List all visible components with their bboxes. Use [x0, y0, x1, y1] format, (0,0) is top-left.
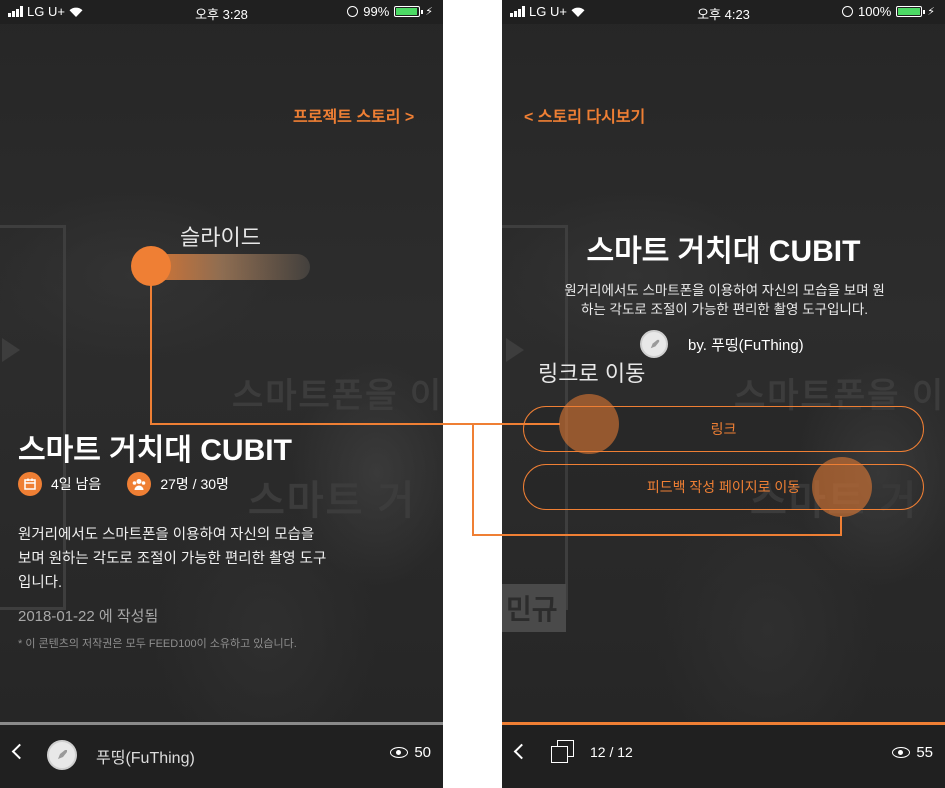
connector-line	[472, 534, 842, 536]
project-title: 스마트 거치대 CUBIT	[586, 235, 861, 268]
background-text: 스마트폰을 이	[232, 377, 443, 415]
progress-track	[0, 722, 443, 725]
progress-fill	[0, 722, 443, 725]
project-story-link[interactable]: 프로젝트 스토리 >	[293, 103, 414, 127]
rotation-lock-icon	[842, 6, 854, 17]
author-avatar[interactable]	[47, 740, 77, 770]
project-description: 원거리에서도 스마트폰을 이용하여 자신의 모습을 보며 원하는 각도로 조절이…	[564, 283, 885, 317]
swipe-trail	[150, 254, 310, 280]
status-bar: LG U+ 오후 3:28 99% ⚡	[0, 0, 443, 24]
view-count-value: 55	[916, 744, 933, 761]
back-chevron-icon[interactable]	[513, 743, 530, 760]
days-left: 4일 남음	[51, 476, 102, 492]
rocket-icon	[650, 339, 659, 348]
author-row: by. 푸띵(FuThing)	[640, 330, 804, 358]
connector-line	[840, 516, 842, 536]
project-meta: 4일 남음 27명 / 30명	[18, 472, 255, 496]
pages-icon[interactable]	[551, 740, 575, 764]
bottom-bar: 12 / 12 55	[502, 722, 945, 788]
author-name[interactable]: 푸띵(FuThing)	[96, 744, 195, 768]
replay-story-link[interactable]: < 스토리 다시보기	[524, 103, 645, 127]
bottom-bar: 푸띵(FuThing) 50	[0, 722, 443, 788]
background-play-icon	[506, 338, 524, 362]
battery-percent: 99%	[363, 4, 390, 19]
participant-count: 27명 / 30명	[160, 476, 229, 492]
connector-line	[472, 423, 474, 536]
eye-icon	[390, 747, 409, 758]
project-title: 스마트 거치대 CUBIT	[18, 434, 292, 467]
background-tag: 민규	[502, 584, 566, 632]
calendar-icon	[18, 472, 42, 496]
view-count: 55	[892, 744, 933, 761]
project-description: 원거리에서도 스마트폰을 이용하여 자신의 모습을 보며 원하는 각도로 조절이…	[18, 527, 327, 591]
created-date: 2018-01-22 에 작성됨	[18, 608, 159, 625]
view-count-value: 50	[414, 744, 431, 761]
page-count: 12 / 12	[590, 744, 633, 760]
link-annotation-label: 링크로 이동	[538, 361, 646, 386]
left-phone-screen: 스마트폰을 이 스마트 거 LG U+ 오후 3:28 99% ⚡ 프로젝트 스…	[0, 0, 443, 788]
connector-line	[150, 423, 560, 425]
touch-point	[559, 394, 619, 454]
charging-icon: ⚡	[927, 6, 935, 18]
touch-point	[812, 457, 872, 517]
rotation-lock-icon	[347, 6, 359, 17]
rocket-icon	[58, 750, 67, 759]
connector-line	[150, 284, 152, 425]
progress-fill	[502, 722, 945, 725]
battery-percent: 100%	[858, 4, 892, 19]
author-avatar[interactable]	[640, 330, 668, 358]
progress-track	[502, 722, 945, 725]
status-bar: LG U+ 오후 4:23 100% ⚡	[502, 0, 945, 24]
right-phone-screen: 민규 스마트폰을 이 스마트 거 LG U+ 오후 4:23 100% ⚡ < …	[502, 0, 945, 788]
touch-point	[131, 246, 171, 286]
author-byline: by. 푸띵(FuThing)	[688, 336, 804, 354]
battery-icon	[896, 6, 926, 17]
people-icon	[127, 472, 152, 496]
charging-icon: ⚡	[425, 6, 433, 18]
back-chevron-icon[interactable]	[11, 743, 28, 760]
background-text: 스마트 거	[248, 479, 417, 523]
copyright-notice: * 이 콘텐츠의 저작권은 모두 FEED100이 소유하고 있습니다.	[18, 638, 297, 650]
battery-icon	[394, 6, 424, 17]
eye-icon	[892, 747, 911, 758]
background-play-icon	[2, 338, 20, 362]
slide-annotation-label: 슬라이드	[180, 225, 261, 250]
view-count: 50	[390, 744, 431, 761]
